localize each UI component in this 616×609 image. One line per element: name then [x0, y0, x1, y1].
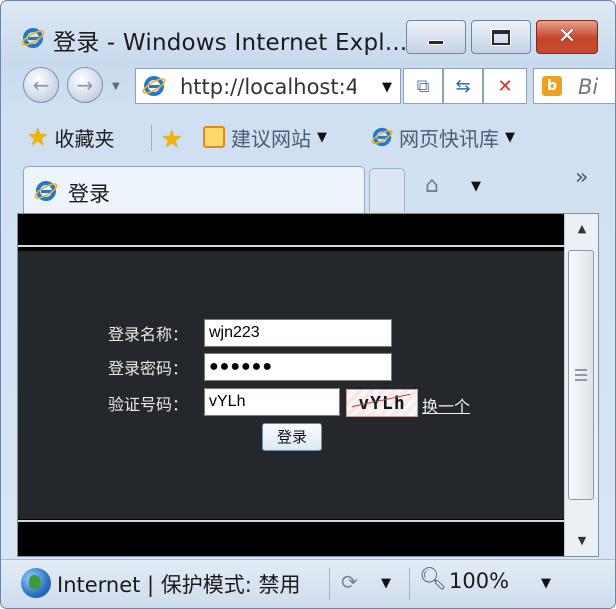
captcha-image[interactable]: vYLh	[346, 389, 418, 417]
search-input[interactable]: Bi	[578, 75, 598, 99]
web-slice-label: 网页快讯库	[399, 126, 499, 151]
home-dropdown-icon[interactable]: ▼	[471, 179, 481, 194]
zone-dropdown-icon[interactable]: ▼	[381, 576, 391, 591]
captcha-input[interactable]: vYLh	[204, 388, 340, 416]
vertical-scrollbar[interactable]: ▲ ▼	[564, 214, 598, 556]
address-dropdown-icon[interactable]: ▼	[382, 80, 392, 95]
login-button[interactable]: 登录	[262, 423, 322, 451]
tab-page-icon	[34, 179, 58, 203]
change-captcha-link[interactable]: 换一个	[422, 393, 470, 417]
top-banner	[18, 214, 564, 247]
chevron-down-icon: ▼	[505, 129, 515, 145]
web-page: 登录名称： wjn223 登录密码： ●●●●●● 验证号码： vYLh vYL…	[18, 214, 564, 556]
page-icon	[142, 74, 166, 98]
navigation-bar: ← → ▼ http://localhost:4 ▼ ⧉ ⇆ ✕ b Bi	[1, 61, 615, 107]
favorites-star-icon: ★	[27, 123, 49, 151]
zoom-dropdown-icon[interactable]: ▼	[541, 576, 551, 591]
history-dropdown-icon[interactable]: ▼	[112, 81, 120, 92]
captcha-label: 验证号码：	[108, 395, 189, 414]
search-box[interactable]: b Bi	[533, 68, 615, 104]
divider	[329, 568, 330, 600]
bing-icon: b	[542, 76, 562, 96]
minimize-icon	[428, 39, 444, 45]
zone-settings-icon[interactable]: ⟳	[341, 570, 358, 594]
suggested-sites-label: 建议网站	[231, 126, 311, 151]
new-tab-button[interactable]	[369, 168, 405, 212]
grip-icon	[575, 369, 587, 381]
stop-icon: ✕	[497, 75, 513, 97]
window-title: 登录 - Windows Internet Expl...	[53, 30, 408, 56]
compatibility-view-button[interactable]: ⧉	[403, 68, 443, 104]
password-input[interactable]: ●●●●●●	[204, 353, 392, 381]
browser-window: 登录 - Windows Internet Expl... ✕ ← → ▼ ht…	[0, 0, 616, 609]
back-arrow-icon: ←	[32, 73, 50, 97]
password-label: 登录密码：	[108, 359, 189, 378]
add-favorite-icon[interactable]: ★	[161, 125, 183, 153]
scrollbar-thumb[interactable]	[568, 250, 594, 500]
stop-button[interactable]: ✕	[483, 68, 527, 104]
tab-label: 登录	[68, 182, 110, 206]
globe-icon	[21, 568, 51, 598]
forward-button[interactable]: →	[67, 67, 103, 103]
scroll-down-icon[interactable]: ▼	[565, 526, 599, 556]
close-button[interactable]: ✕	[536, 20, 598, 54]
divider	[409, 568, 410, 600]
zoom-level[interactable]: 100%	[449, 569, 509, 593]
more-tools-chevron-icon[interactable]: »	[575, 165, 588, 190]
favorites-button[interactable]: ★ 收藏夹	[27, 123, 115, 151]
minimize-button[interactable]	[406, 20, 466, 54]
address-bar[interactable]: http://localhost:4 ▼	[135, 68, 401, 104]
web-slice-icon	[371, 126, 393, 148]
bottom-banner	[18, 520, 564, 556]
refresh-icon: ⇆	[455, 75, 471, 97]
favorites-label: 收藏夹	[54, 126, 115, 151]
maximize-icon	[491, 28, 511, 46]
divider	[151, 125, 152, 151]
maximize-button[interactable]	[471, 20, 531, 54]
web-slice-gallery-button[interactable]: 网页快讯库 ▼	[371, 123, 515, 151]
tab-active[interactable]: 登录	[23, 166, 365, 214]
username-input[interactable]: wjn223	[204, 319, 392, 347]
content-frame: 登录名称： wjn223 登录密码： ●●●●●● 验证号码： vYLh vYL…	[17, 213, 599, 557]
home-icon[interactable]: ⌂	[425, 173, 439, 198]
forward-arrow-icon: →	[76, 73, 94, 97]
tab-bar: 登录 ⌂ ▼ »	[1, 161, 615, 214]
status-bar: Internet | 保护模式: 禁用 ⟳ ▼ 🔍︎ 100% ▼	[1, 559, 615, 608]
close-icon: ✕	[557, 24, 577, 49]
refresh-button[interactable]: ⇆	[443, 68, 483, 104]
address-input[interactable]: http://localhost:4	[180, 75, 356, 99]
title-bar: 登录 - Windows Internet Expl... ✕	[1, 1, 615, 59]
chevron-down-icon: ▼	[317, 129, 327, 145]
compatibility-icon: ⧉	[416, 75, 430, 97]
username-label: 登录名称：	[108, 325, 189, 344]
back-button[interactable]: ←	[23, 67, 59, 103]
scroll-up-icon[interactable]: ▲	[565, 214, 599, 244]
favorites-bar: ★ 收藏夹 ★ 建议网站 ▼ 网页快讯库 ▼	[1, 113, 615, 161]
login-panel: 登录名称： wjn223 登录密码： ●●●●●● 验证号码： vYLh vYL…	[18, 251, 564, 519]
internet-explorer-icon	[21, 26, 45, 50]
security-zone-text: Internet | 保护模式: 禁用	[57, 573, 301, 597]
suggested-sites-icon	[203, 126, 225, 148]
zoom-icon[interactable]: 🔍︎	[419, 567, 447, 592]
suggested-sites-button[interactable]: 建议网站 ▼	[203, 123, 327, 151]
